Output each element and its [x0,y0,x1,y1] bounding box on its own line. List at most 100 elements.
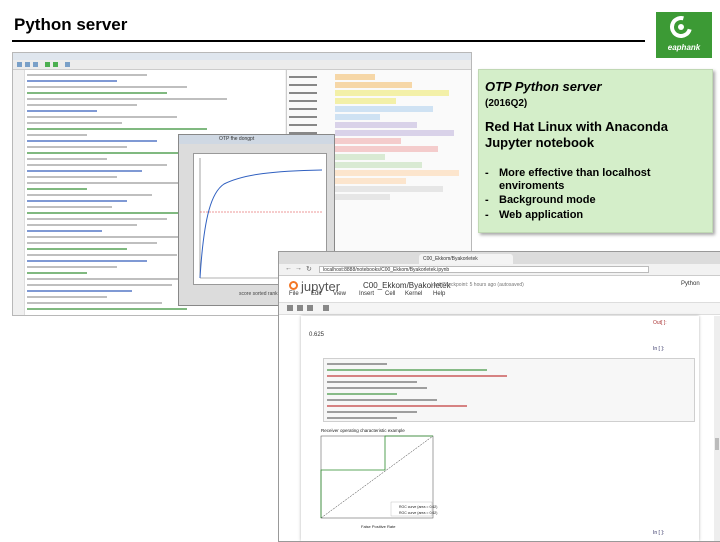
legend-entry: ROC curve (area = 0.62) [399,511,437,515]
menu-view[interactable]: View [333,291,346,297]
cell-output-value: 0.625 [309,332,325,338]
variable-row[interactable] [289,98,469,104]
url-field[interactable]: localhost:8888/notebooks/C00_Ekkom/Byako… [319,266,649,273]
variable-value [335,194,390,200]
code-line [27,170,142,172]
menu-kernel[interactable]: Kernel [405,291,422,297]
back-arrow-icon[interactable]: ← [285,265,292,272]
bullet-text: Background mode [499,194,596,206]
code-cell-line [327,393,397,395]
bullet-text: More effective than localhost enviroment… [499,167,651,192]
variable-row[interactable] [289,114,469,120]
browser-tab[interactable]: C00_Ekkom/Byakorletek [419,254,513,264]
code-cell-line [327,411,417,413]
reload-icon[interactable]: ↻ [306,265,312,273]
code-cell[interactable] [323,358,695,422]
code-cell-line [327,381,417,383]
variable-name [289,84,317,86]
code-line [27,98,227,100]
in-prompt: In [ ]: [653,346,665,352]
menu-file[interactable]: File [289,291,299,297]
notebook-menubar: File Edit View Insert Cell Kernel Help [279,290,720,302]
toolbar-open-icon[interactable] [25,62,30,67]
roc-plot-output: Receiver operating characteristic exampl… [313,424,443,534]
code-line [27,308,187,310]
variable-value [335,162,422,168]
variable-name [289,100,317,102]
line-number-gutter [13,70,25,315]
callout-platform: Red Hat Linux with Anaconda Jupyter note… [485,119,668,150]
variable-value [335,130,454,136]
bullet-dash: - [485,194,489,206]
code-line [27,80,117,82]
in-prompt: In [ ]: [653,530,665,536]
code-line [27,290,132,292]
code-cell-line [327,399,437,401]
jupyter-logo-icon[interactable] [289,281,298,290]
code-line [27,284,172,286]
code-line [27,260,147,262]
code-line [27,242,157,244]
browser-tab-strip: C00_Ekkom/Byakorletek [279,252,720,264]
bullet-dash: - [485,167,489,179]
variable-row[interactable] [289,74,469,80]
company-logo: eaphank [656,11,712,58]
roc-chart-title: Receiver operating characteristic exampl… [321,428,405,433]
variable-value [335,178,406,184]
add-cell-icon[interactable] [297,305,303,311]
toolbar-save-icon[interactable] [33,62,38,67]
scrollbar-thumb[interactable] [715,438,719,450]
info-callout: OTP Python server (2016Q2) Red Hat Linux… [478,69,713,233]
browser-screenshot: C00_Ekkom/Byakorletek ← → ↻ localhost:88… [278,251,720,542]
menu-help[interactable]: Help [433,291,445,297]
code-line [27,116,177,118]
ide-toolbar [13,60,471,70]
roc-x-label: False Positive Rate [361,524,396,529]
out-prompt: Out[ ]: [653,320,667,326]
plot-window-titlebar: OTP fhe dongpt [179,135,334,144]
code-line [27,158,107,160]
code-line [27,230,102,232]
toolbar-run-icon[interactable] [45,62,50,67]
code-cell-line [327,369,487,371]
code-line [27,278,197,280]
code-line [27,212,187,214]
variable-value [335,74,375,80]
code-cell-line [327,375,507,377]
notebook-toolbar [279,303,720,315]
code-line [27,194,152,196]
kernel-indicator: Python [681,281,700,287]
variable-name [289,76,317,78]
callout-heading: OTP Python server [485,79,602,94]
menu-edit[interactable]: Edit [311,291,321,297]
code-line [27,74,147,76]
code-line [27,104,137,106]
code-line [27,134,87,136]
bullet-dash: - [485,209,489,221]
forward-arrow-icon[interactable]: → [295,265,302,272]
save-icon[interactable] [287,305,293,311]
menu-cell[interactable]: Cell [385,291,395,297]
roc-chart: Receiver operating characteristic exampl… [320,428,437,529]
code-line [27,128,207,130]
variable-row[interactable] [289,106,469,112]
menu-insert[interactable]: Insert [359,291,374,297]
code-line [27,302,162,304]
run-cell-icon[interactable] [323,305,329,311]
cut-icon[interactable] [307,305,313,311]
toolbar-run-cell-icon[interactable] [53,62,58,67]
code-line [27,140,157,142]
toolbar-debug-icon[interactable] [65,62,70,67]
logo-dot-icon [678,24,684,30]
toolbar-new-icon[interactable] [17,62,22,67]
slide-title: Python server [14,15,128,34]
variable-row[interactable] [289,90,469,96]
variable-row[interactable] [289,82,469,88]
code-line [27,86,187,88]
code-line [27,272,87,274]
page-scrollbar[interactable] [714,316,720,541]
code-line [27,164,167,166]
callout-date: (2016Q2) [485,98,528,109]
variable-row[interactable] [289,122,469,128]
checkpoint-status: Last Checkpoint: 5 hours ago (autosaved) [431,282,524,288]
